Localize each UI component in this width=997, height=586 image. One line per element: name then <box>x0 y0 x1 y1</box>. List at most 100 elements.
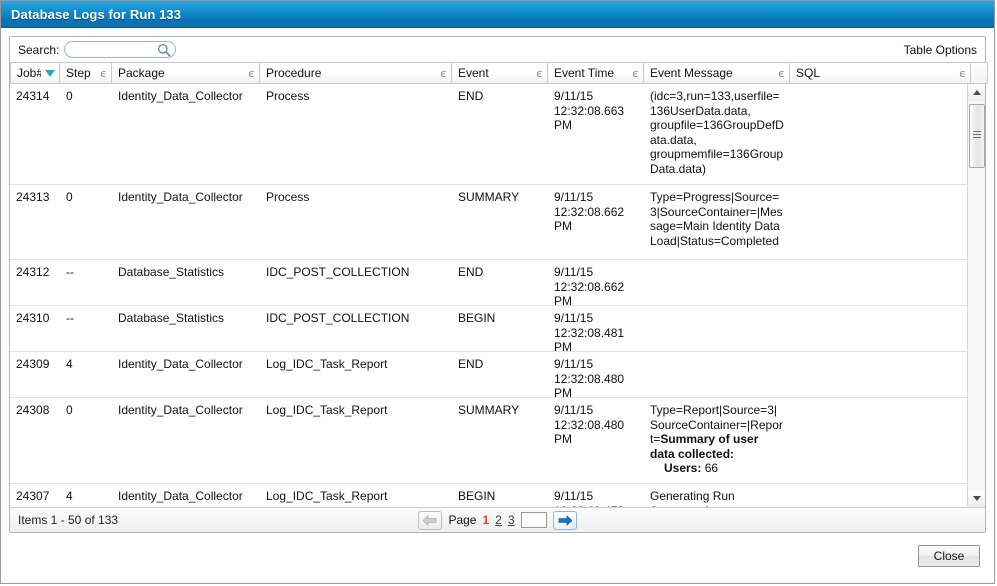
dialog-body: Search: Table Options <box>1 28 994 538</box>
close-button[interactable]: Close <box>918 545 980 567</box>
cell-event-message: Type=Progress|Source=3|SourceContainer=|… <box>644 185 790 259</box>
cell-procedure: Process <box>260 84 452 184</box>
cell-sql <box>790 306 967 351</box>
dialog-footer: Close <box>1 538 994 583</box>
column-header-package[interactable]: Package ϵ <box>112 62 260 84</box>
cell-procedure: Log_IDC_Task_Report <box>260 484 452 507</box>
cell-job: 24309 <box>10 352 60 397</box>
cell-step: 0 <box>60 185 112 259</box>
cell-step: -- <box>60 306 112 351</box>
search-icon[interactable] <box>157 43 171 57</box>
cell-package: Identity_Data_Collector <box>112 84 260 184</box>
cell-sql <box>790 484 967 507</box>
scroll-up-arrow-icon[interactable] <box>968 84 985 101</box>
cell-sql <box>790 398 967 483</box>
column-header-label: Event Message <box>650 66 774 80</box>
column-header-label: Event <box>458 66 532 80</box>
search-box[interactable] <box>64 41 176 58</box>
cell-event: BEGIN <box>452 484 548 507</box>
cell-event-message: (idc=3,run=133,userfile=136UserData.data… <box>644 84 790 184</box>
cell-package: Database_Statistics <box>112 260 260 305</box>
cell-event: SUMMARY <box>452 398 548 483</box>
cell-event: BEGIN <box>452 306 548 351</box>
page-jump-input[interactable] <box>521 512 547 528</box>
grid-footer: Items 1 - 50 of 133 Page 1 2 3 <box>10 507 985 532</box>
cell-step: 4 <box>60 484 112 507</box>
cell-event-time: 9/11/15 12:32:08.662 PM <box>548 260 644 305</box>
column-header-job[interactable]: Job# <box>10 62 60 84</box>
column-menu-icon[interactable]: ϵ <box>440 68 447 79</box>
sort-desc-triangle-icon[interactable] <box>45 70 55 77</box>
cell-job: 24312 <box>10 260 60 305</box>
cell-job: 24314 <box>10 84 60 184</box>
column-header-label: Procedure <box>266 66 436 80</box>
cell-sql <box>790 84 967 184</box>
cell-event-time: 9/11/15 12:32:08.478 PM <box>548 484 644 507</box>
column-header-label: Package <box>118 66 244 80</box>
cell-event: SUMMARY <box>452 185 548 259</box>
column-menu-icon[interactable]: ϵ <box>536 68 543 79</box>
table-row[interactable]: 243140Identity_Data_CollectorProcessEND9… <box>10 84 967 185</box>
cell-event-time: 9/11/15 12:32:08.480 PM <box>548 398 644 483</box>
table-row[interactable]: 243094Identity_Data_CollectorLog_IDC_Tas… <box>10 352 967 398</box>
column-header-procedure[interactable]: Procedure ϵ <box>260 62 452 84</box>
table-row[interactable]: 243074Identity_Data_CollectorLog_IDC_Tas… <box>10 484 967 507</box>
event-message-segment: 66 <box>701 461 718 475</box>
column-header-step[interactable]: Stepϵ <box>60 62 112 84</box>
scroll-down-arrow-icon[interactable] <box>968 490 985 507</box>
cell-job: 24310 <box>10 306 60 351</box>
cell-job: 24313 <box>10 185 60 259</box>
column-menu-icon[interactable]: ϵ <box>959 68 966 79</box>
arrow-left-icon[interactable] <box>418 511 442 530</box>
table-row[interactable]: 243130Identity_Data_CollectorProcessSUMM… <box>10 185 967 260</box>
grid-scroll-area: 243140Identity_Data_CollectorProcessEND9… <box>10 84 985 507</box>
table-row[interactable]: 243080Identity_Data_CollectorLog_IDC_Tas… <box>10 398 967 484</box>
column-header-sql[interactable]: SQL ϵ <box>790 62 971 84</box>
vertical-scrollbar[interactable] <box>967 84 985 507</box>
cell-procedure: Process <box>260 185 452 259</box>
page-number-3[interactable]: 3 <box>508 513 515 527</box>
scroll-thumb[interactable] <box>969 104 985 168</box>
table-row[interactable]: 24312--Database_StatisticsIDC_POST_COLLE… <box>10 260 967 306</box>
cell-package: Identity_Data_Collector <box>112 352 260 397</box>
cell-event-message <box>644 306 790 351</box>
cell-job: 24307 <box>10 484 60 507</box>
dialog-title: Database Logs for Run 133 <box>11 7 181 22</box>
page-number-1[interactable]: 1 <box>482 513 489 527</box>
cell-step: 4 <box>60 352 112 397</box>
cell-procedure: Log_IDC_Task_Report <box>260 398 452 483</box>
scroll-thumb-grip <box>973 131 981 138</box>
cell-package: Database_Statistics <box>112 306 260 351</box>
column-header-event-time[interactable]: Event Time ϵ <box>548 62 644 84</box>
page-number-2[interactable]: 2 <box>495 513 502 527</box>
cell-step: -- <box>60 260 112 305</box>
cell-step: 0 <box>60 398 112 483</box>
event-message-segment: Users: <box>650 461 701 476</box>
cell-event: END <box>452 260 548 305</box>
event-message-segment: Summary of user data collected: <box>650 432 758 461</box>
column-header-scroll-spacer <box>971 62 988 84</box>
column-header-label: SQL <box>796 66 955 80</box>
cell-package: Identity_Data_Collector <box>112 398 260 483</box>
cell-event-time: 9/11/15 12:32:08.662 PM <box>548 185 644 259</box>
scrollbar-track[interactable] <box>968 101 985 490</box>
cell-event-time: 9/11/15 12:32:08.481 PM <box>548 306 644 351</box>
cell-event-message <box>644 352 790 397</box>
column-menu-icon[interactable]: ϵ <box>778 68 785 79</box>
column-header-event-message[interactable]: Event Message ϵ <box>644 62 790 84</box>
column-menu-icon[interactable]: ϵ <box>100 68 107 79</box>
column-header-label: Step <box>66 66 96 80</box>
search-input[interactable] <box>71 42 159 57</box>
column-header-event[interactable]: Eventϵ <box>452 62 548 84</box>
column-header-label: Event Time <box>554 66 628 80</box>
cell-event: END <box>452 84 548 184</box>
search-label: Search: <box>18 43 59 57</box>
arrow-right-icon[interactable] <box>553 511 577 530</box>
column-menu-icon[interactable]: ϵ <box>248 68 255 79</box>
items-count-label: Items 1 - 50 of 133 <box>18 513 118 527</box>
cell-sql <box>790 260 967 305</box>
cell-step: 0 <box>60 84 112 184</box>
table-options-link[interactable]: Table Options <box>904 43 977 57</box>
table-row[interactable]: 24310--Database_StatisticsIDC_POST_COLLE… <box>10 306 967 352</box>
column-menu-icon[interactable]: ϵ <box>632 68 639 79</box>
